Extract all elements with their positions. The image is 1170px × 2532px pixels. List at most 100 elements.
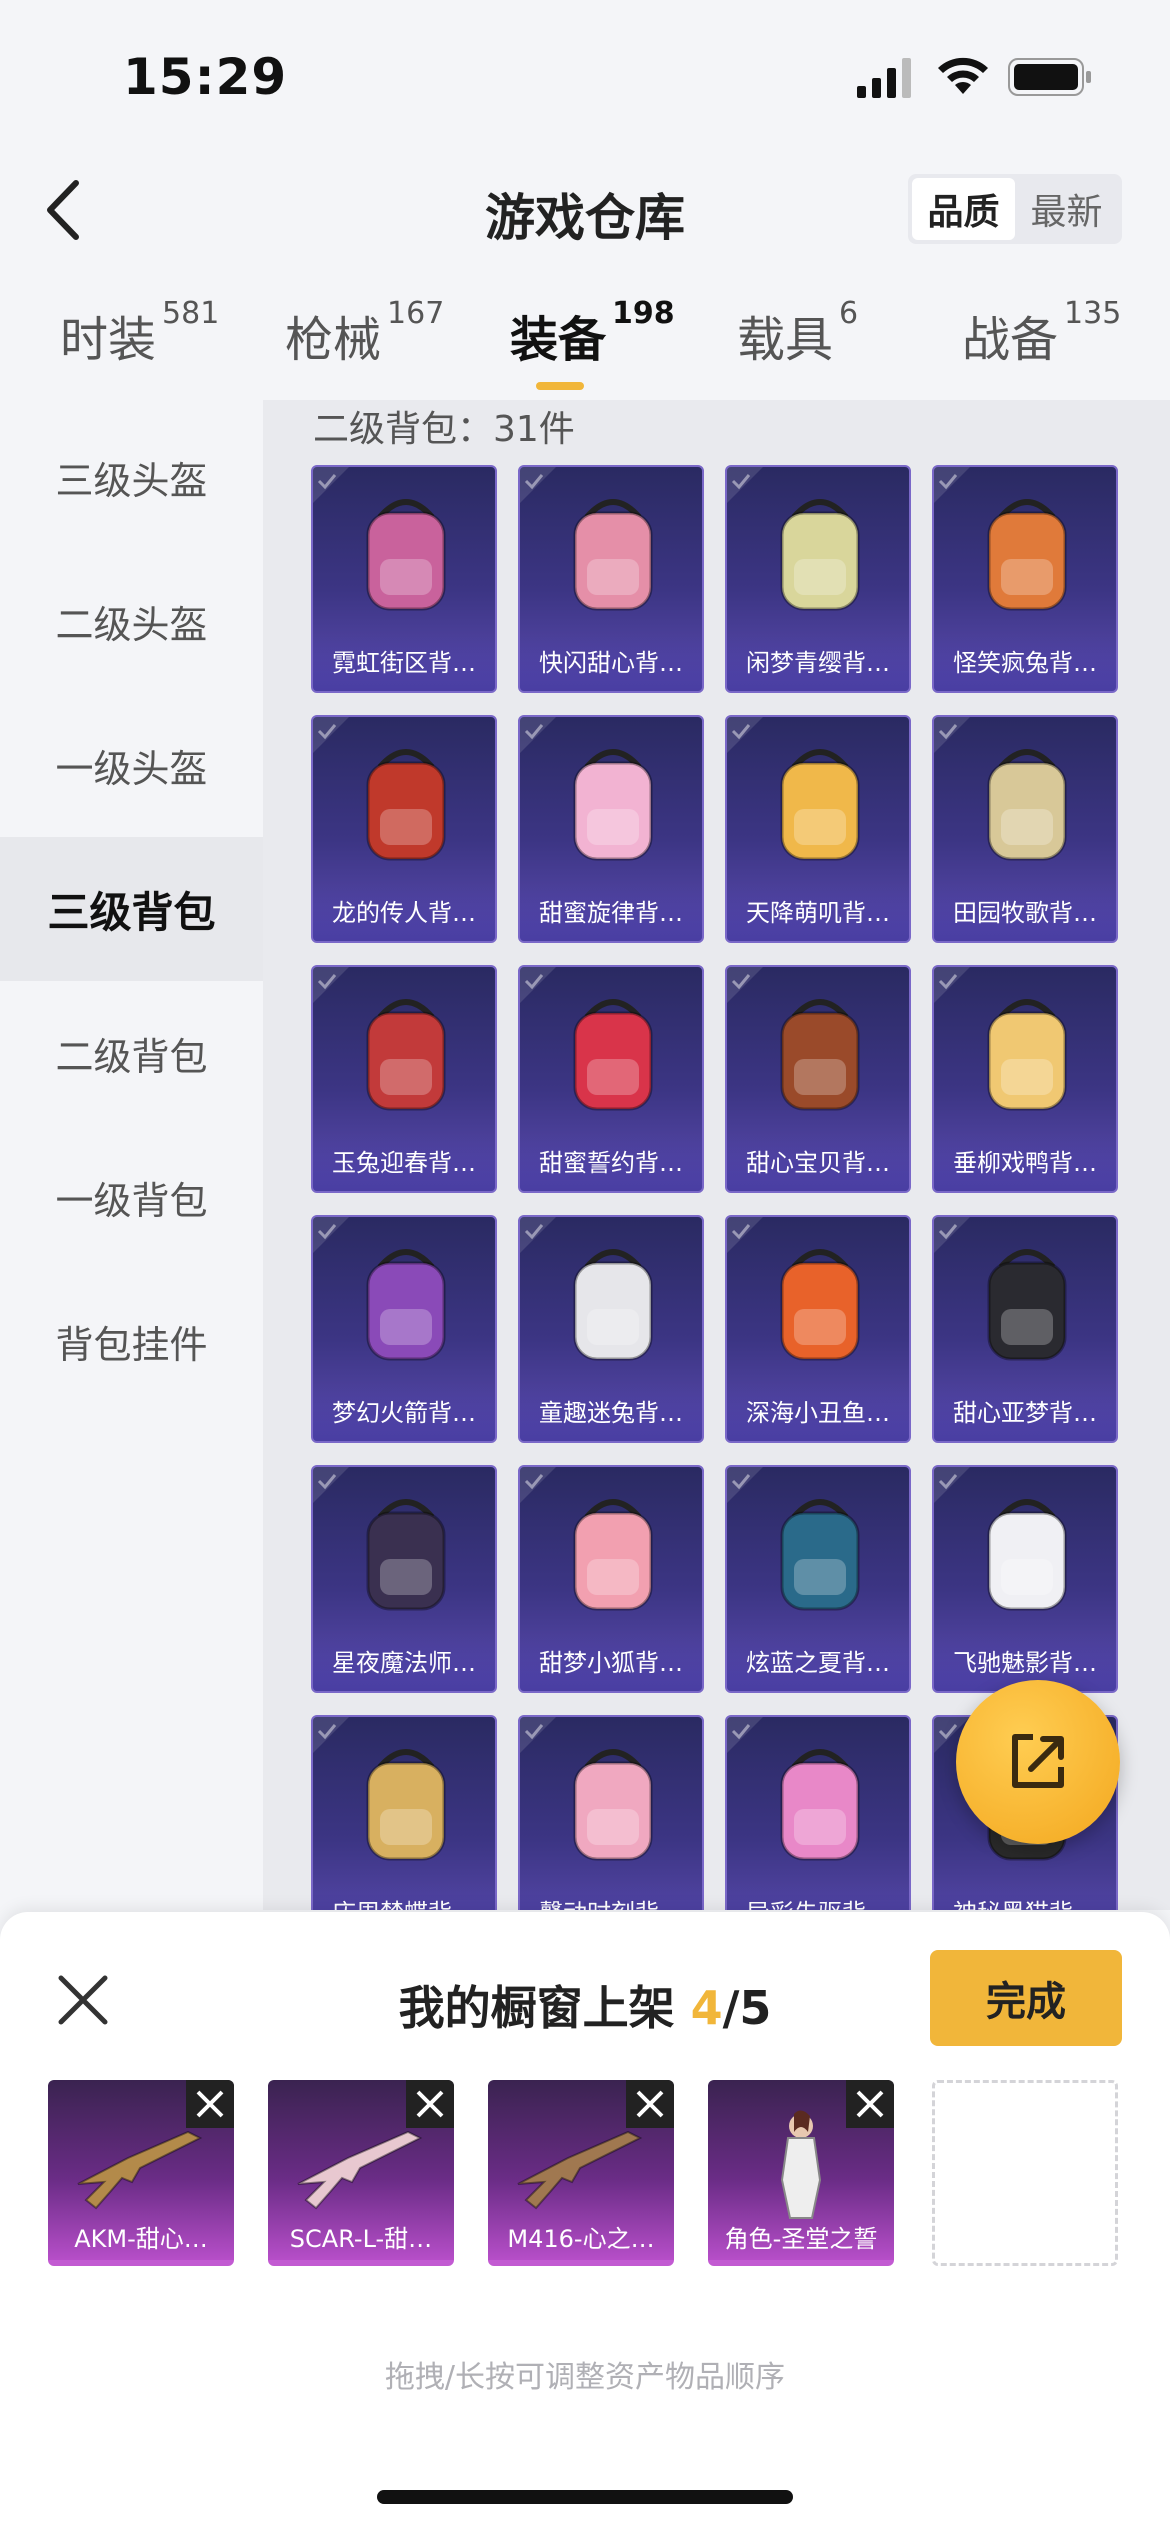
item-card[interactable]: 闲梦青缨背… [725, 465, 911, 693]
item-card[interactable]: 童趣迷兔背… [518, 1215, 704, 1443]
share-icon [1012, 1734, 1064, 1788]
backpack-icon [366, 1249, 446, 1361]
item-name: 甜心亚梦背… [934, 1385, 1116, 1441]
sidebar-item-backpack-1[interactable]: 一级背包 [0, 1125, 263, 1269]
item-card[interactable]: 田园牧歌背… [932, 715, 1118, 943]
tab-count: 135 [1064, 296, 1122, 331]
item-card[interactable]: 飞驰魅影背… [932, 1465, 1118, 1693]
nav-bar: 游戏仓库 品质 最新 [0, 150, 1170, 270]
sidebar-item-backpack-charm[interactable]: 背包挂件 [0, 1269, 263, 1413]
item-card[interactable]: 梦幻火箭背… [311, 1215, 497, 1443]
item-card[interactable]: 异彩先驱背… [725, 1715, 911, 1910]
sort-quality-button[interactable]: 品质 [912, 178, 1015, 240]
showcase-slot[interactable]: SCAR-L-甜… [268, 2080, 454, 2266]
check-icon [520, 1467, 556, 1503]
item-card[interactable]: 怪笑疯兔背… [932, 465, 1118, 693]
item-name: 玉兔迎春背… [313, 1135, 495, 1191]
tab-label: 载具 [737, 312, 834, 368]
check-icon [727, 717, 763, 753]
backpack-icon [366, 499, 446, 611]
item-card[interactable]: 甜心宝贝背… [725, 965, 911, 1193]
sidebar-item-helmet-1[interactable]: 一级头盔 [0, 693, 263, 837]
backpack-icon [780, 1499, 860, 1611]
item-name: 甜蜜誓约背… [520, 1135, 702, 1191]
item-card[interactable]: 垂柳戏鸭背… [932, 965, 1118, 1193]
backpack-icon [780, 1249, 860, 1361]
share-button[interactable] [956, 1680, 1120, 1844]
tab-vehicles[interactable]: 载具 6 [737, 296, 858, 370]
backpack-icon [987, 1249, 1067, 1361]
close-icon [196, 2090, 224, 2118]
empty-showcase-slot[interactable] [932, 2080, 1118, 2266]
item-card[interactable]: 庆周禁蝶背… [311, 1715, 497, 1910]
slot-label: SCAR-L-甜… [289, 2225, 433, 2253]
sidebar-item-backpack-2[interactable]: 二级背包 [0, 981, 263, 1125]
item-card[interactable]: 深海小丑鱼… [725, 1215, 911, 1443]
check-icon [727, 1217, 763, 1253]
item-name: 深海小丑鱼… [727, 1385, 909, 1441]
tab-count: 198 [612, 296, 675, 331]
remove-item-button[interactable] [186, 2080, 234, 2128]
item-name: 垂柳戏鸭背… [934, 1135, 1116, 1191]
showcase-slot[interactable]: AKM-甜心… [48, 2080, 234, 2266]
showcase-slot[interactable]: 角色-圣堂之誓 [708, 2080, 894, 2266]
slot-label: 角色-圣堂之誓 [724, 2225, 878, 2253]
signal-icon [857, 58, 911, 98]
check-icon [313, 1467, 349, 1503]
tab-count: 6 [839, 296, 859, 331]
showcase-total: /5 [722, 1981, 772, 2035]
item-name: 炫蓝之夏背… [727, 1635, 909, 1691]
check-icon [313, 1217, 349, 1253]
tab-equipment[interactable]: 装备 198 [510, 296, 675, 370]
item-name: 庆周禁蝶背… [313, 1885, 495, 1910]
tab-supplies[interactable]: 战备 135 [962, 296, 1121, 370]
item-name: 星夜魔法师… [313, 1635, 495, 1691]
backpack-icon [573, 999, 653, 1111]
item-card[interactable]: 炫蓝之夏背… [725, 1465, 911, 1693]
check-icon [934, 967, 970, 1003]
item-card[interactable]: 龙的传人背… [311, 715, 497, 943]
tab-fashion[interactable]: 时装 581 [60, 296, 219, 370]
item-name: 馨动时刻背… [520, 1885, 702, 1910]
wifi-icon [938, 57, 988, 94]
item-card[interactable]: 快闪甜心背… [518, 465, 704, 693]
check-icon [520, 467, 556, 503]
sidebar-item-helmet-3[interactable]: 三级头盔 [0, 405, 263, 549]
item-name: 天降萌叽背… [727, 885, 909, 941]
check-icon [313, 717, 349, 753]
backpack-icon [987, 499, 1067, 611]
tab-count: 167 [387, 296, 445, 331]
backpack-icon [573, 1249, 653, 1361]
tab-guns[interactable]: 枪械 167 [285, 296, 444, 370]
item-card[interactable]: 馨动时刻背… [518, 1715, 704, 1910]
slot-label: M416-心之… [507, 2225, 655, 2253]
remove-item-button[interactable] [846, 2080, 894, 2128]
tab-label: 枪械 [285, 312, 382, 368]
item-card[interactable]: 星夜魔法师… [311, 1465, 497, 1693]
item-card[interactable]: 玉兔迎春背… [311, 965, 497, 1193]
remove-item-button[interactable] [406, 2080, 454, 2128]
item-card[interactable]: 霓虹街区背… [311, 465, 497, 693]
check-icon [313, 967, 349, 1003]
item-name: 异彩先驱背… [727, 1885, 909, 1910]
item-name: 甜蜜旋律背… [520, 885, 702, 941]
backpack-icon [366, 1749, 446, 1861]
sidebar-item-helmet-2[interactable]: 二级头盔 [0, 549, 263, 693]
check-icon [727, 1467, 763, 1503]
item-card[interactable]: 甜蜜誓约背… [518, 965, 704, 1193]
item-card[interactable]: 甜梦小狐背… [518, 1465, 704, 1693]
remove-item-button[interactable] [626, 2080, 674, 2128]
sort-newest-button[interactable]: 最新 [1015, 178, 1118, 240]
item-name: 梦幻火箭背… [313, 1385, 495, 1441]
showcase-slot[interactable]: M416-心之… [488, 2080, 674, 2266]
item-card[interactable]: 甜心亚梦背… [932, 1215, 1118, 1443]
item-card[interactable]: 甜蜜旋律背… [518, 715, 704, 943]
sidebar-item-backpack-3[interactable]: 三级背包 [0, 837, 263, 981]
tab-label: 战备 [962, 312, 1059, 368]
done-button[interactable]: 完成 [930, 1950, 1122, 2046]
check-icon [520, 967, 556, 1003]
showcase-sheet: 我的橱窗上架 4/5 完成 AKM-甜心… SCAR-L-甜… M416-心之… 角色… [0, 1912, 1170, 2532]
check-icon [313, 467, 349, 503]
section-title: 二级背包：31件 [313, 409, 575, 450]
item-card[interactable]: 天降萌叽背… [725, 715, 911, 943]
